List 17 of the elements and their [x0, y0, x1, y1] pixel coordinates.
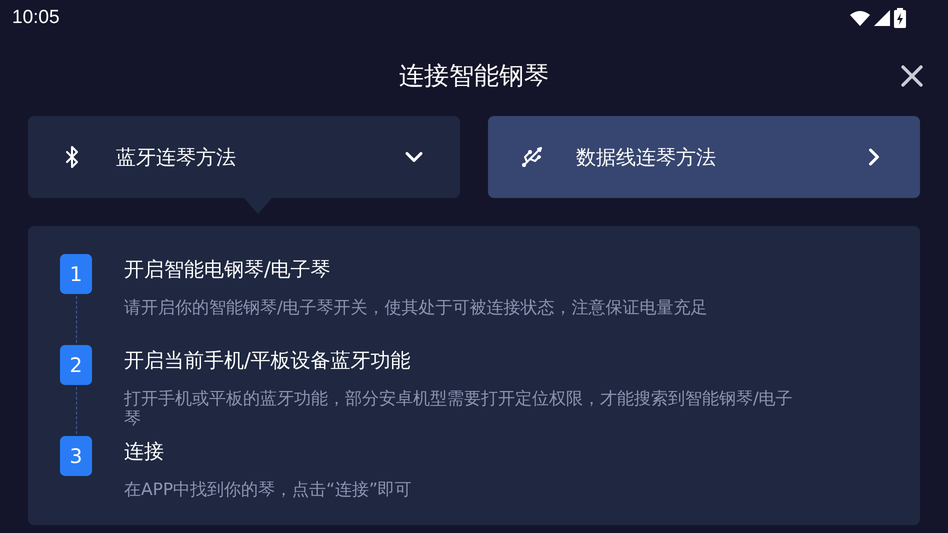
usb-icon [520, 145, 544, 169]
step-number: 3 [60, 436, 92, 476]
step-description: 在APP中找到你的琴，点击“连接”即可 [124, 480, 413, 500]
signal-icon [874, 10, 890, 26]
step-description: 打开手机或平板的蓝牙功能，部分安卓机型需要打开定位权限，才能搜索到智能钢琴/电子琴 [124, 389, 794, 429]
step-description: 请开启你的智能钢琴/电子琴开关，使其处于可被连接状态，注意保证电量充足 [124, 298, 709, 318]
method-tab[interactable]: 数据线连琴方法 [488, 116, 920, 198]
status-time: 10:05 [12, 6, 60, 30]
step-number: 1 [60, 254, 92, 294]
step-title: 开启智能电钢琴/电子琴 [124, 256, 332, 283]
step-number: 2 [60, 345, 92, 385]
battery-icon [894, 8, 906, 28]
method-tab[interactable]: 蓝牙连琴方法 [28, 116, 460, 198]
wifi-icon [850, 10, 870, 26]
step-title: 连接 [124, 438, 165, 465]
step-title: 开启当前手机/平板设备蓝牙功能 [124, 347, 412, 374]
dialog-title: 连接智能钢琴 [399, 60, 549, 92]
